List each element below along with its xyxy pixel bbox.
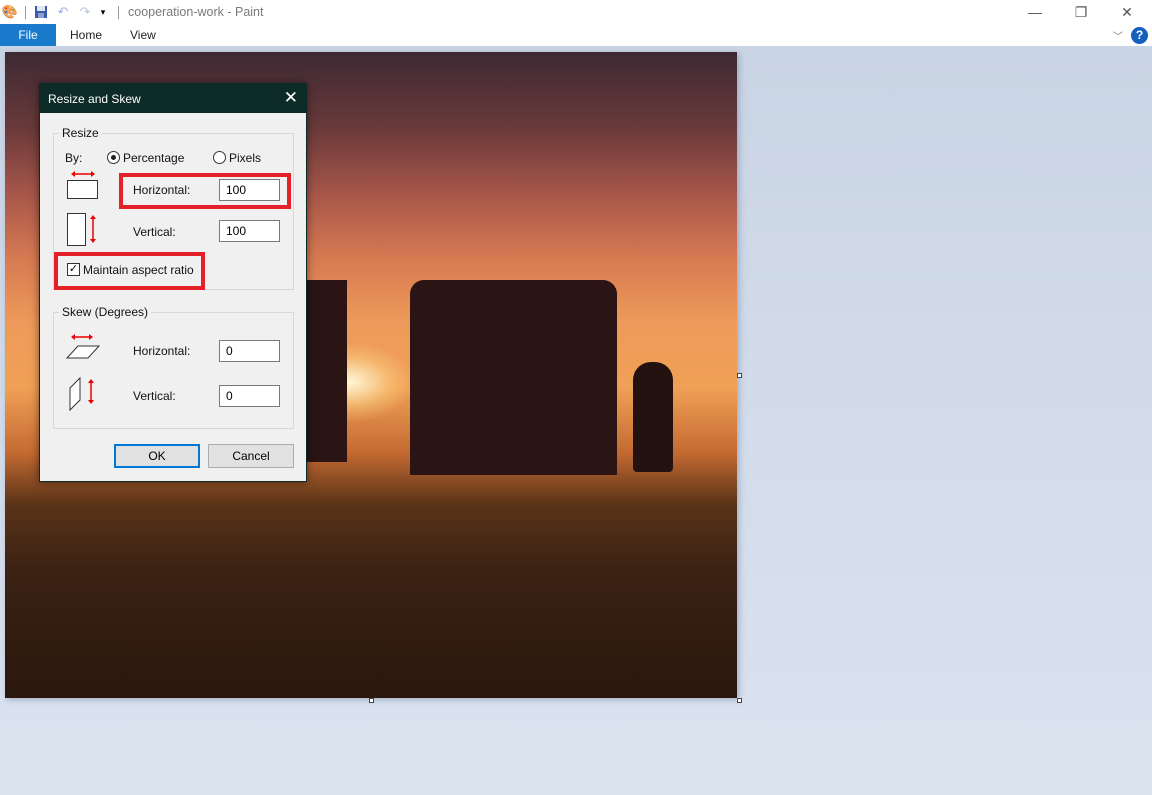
resize-legend: Resize bbox=[62, 126, 99, 140]
pixels-radio[interactable] bbox=[213, 151, 226, 164]
undo-icon[interactable]: ↶ bbox=[55, 4, 71, 20]
resize-vertical-icon bbox=[67, 213, 96, 246]
skew-vertical-icon bbox=[69, 376, 94, 412]
help-button[interactable]: ? bbox=[1131, 26, 1148, 44]
resize-handle-corner[interactable] bbox=[737, 698, 742, 703]
resize-handle-right[interactable] bbox=[737, 373, 742, 378]
paint-app-icon[interactable]: 🎨 bbox=[2, 4, 18, 20]
resize-horizontal-label: Horizontal: bbox=[133, 183, 191, 197]
document-title: cooperation-work - Paint bbox=[128, 5, 264, 19]
skew-legend: Skew (Degrees) bbox=[62, 305, 149, 319]
maintain-aspect-label[interactable]: Maintain aspect ratio bbox=[83, 263, 194, 277]
cancel-button[interactable]: Cancel bbox=[208, 444, 294, 468]
title-bar: 🎨 ↶ ↷ ▾ cooperation-work - Paint — ❐ ✕ bbox=[0, 0, 1152, 24]
skew-vertical-input[interactable] bbox=[219, 385, 280, 407]
tab-view[interactable]: View bbox=[116, 24, 170, 46]
skew-vertical-label: Vertical: bbox=[133, 389, 176, 403]
dialog-title: Resize and Skew bbox=[48, 91, 141, 106]
percentage-radio[interactable] bbox=[107, 151, 120, 164]
skew-horizontal-label: Horizontal: bbox=[133, 344, 191, 358]
by-label: By: bbox=[65, 151, 83, 165]
window-close-button[interactable]: ✕ bbox=[1104, 0, 1150, 24]
resize-horizontal-input[interactable] bbox=[219, 179, 280, 201]
skew-horizontal-icon bbox=[66, 334, 101, 359]
resize-skew-dialog: Resize and Skew ✕ Resize By: Percentage … bbox=[39, 83, 307, 482]
ok-button[interactable]: OK bbox=[114, 444, 200, 468]
restore-button[interactable]: ❐ bbox=[1058, 0, 1104, 24]
separator bbox=[118, 5, 119, 19]
maintain-aspect-checkbox[interactable]: ✓ bbox=[67, 263, 80, 276]
puzzle-piece-right bbox=[410, 280, 617, 475]
save-icon[interactable] bbox=[33, 4, 49, 20]
redo-icon[interactable]: ↷ bbox=[77, 4, 93, 20]
dialog-titlebar: Resize and Skew ✕ bbox=[40, 84, 306, 113]
close-button[interactable]: ✕ bbox=[284, 89, 298, 106]
resize-vertical-label: Vertical: bbox=[133, 225, 176, 239]
minimize-icon: — bbox=[1028, 4, 1042, 20]
resize-vertical-input[interactable] bbox=[219, 220, 280, 242]
pixels-label[interactable]: Pixels bbox=[229, 151, 261, 165]
resize-handle-bottom[interactable] bbox=[369, 698, 374, 703]
customize-qat-icon[interactable]: ▾ bbox=[95, 4, 111, 20]
percentage-label[interactable]: Percentage bbox=[123, 151, 184, 165]
skew-horizontal-input[interactable] bbox=[219, 340, 280, 362]
separator bbox=[25, 5, 26, 19]
restore-icon: ❐ bbox=[1074, 3, 1088, 20]
resize-horizontal-icon bbox=[67, 171, 98, 199]
man-silhouette bbox=[633, 362, 673, 472]
ribbon-tabs: File Home View ﹀ ? bbox=[0, 24, 1152, 46]
tab-home[interactable]: Home bbox=[56, 24, 116, 46]
minimize-button[interactable]: — bbox=[1012, 0, 1058, 24]
tab-file[interactable]: File bbox=[0, 24, 56, 46]
chevron-down-icon[interactable]: ﹀ bbox=[1113, 28, 1123, 43]
